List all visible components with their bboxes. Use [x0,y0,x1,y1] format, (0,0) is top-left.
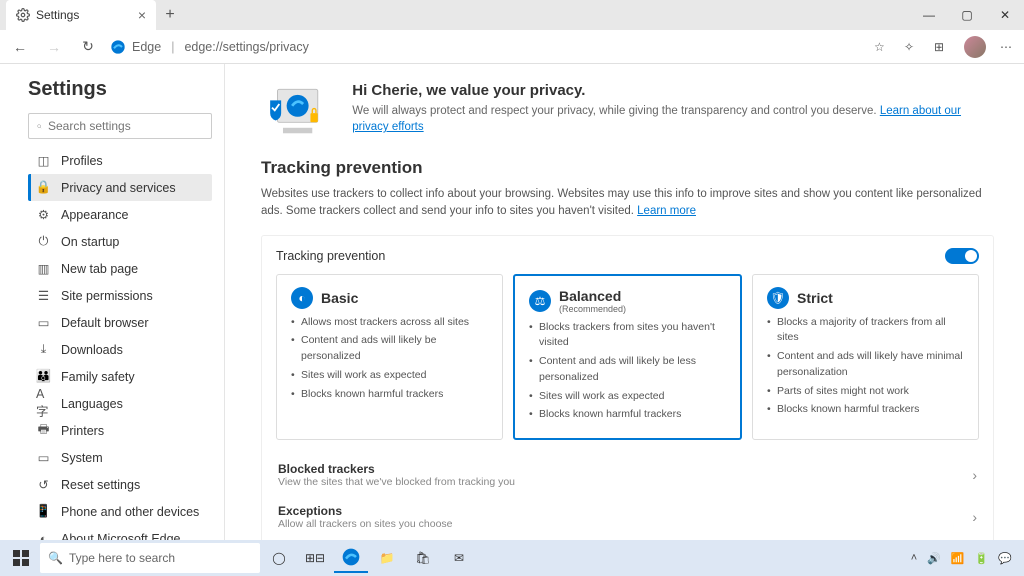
tracking-title: Tracking prevention [261,158,994,178]
taskbar-search[interactable]: 🔍Type here to search [40,543,260,573]
power-icon: ⏻ [36,234,51,249]
gear-icon [16,8,30,22]
browser-icon: ▭ [36,315,51,330]
sidebar-item-startup[interactable]: ⏻On startup [28,228,212,255]
sidebar-item-phone[interactable]: 📱Phone and other devices [28,498,212,525]
family-icon: 👪 [36,369,51,384]
start-button[interactable] [4,543,38,573]
sidebar-item-system[interactable]: ▭System [28,444,212,471]
collections-icon[interactable]: ⊞ [934,40,950,54]
window-minimize-icon[interactable]: — [910,8,948,22]
windows-taskbar: 🔍Type here to search ◯ ⊞⊟ 📁 🛍 ✉ ˄ 🔊 📶 🔋 … [0,540,1024,576]
sidebar-item-languages[interactable]: A字Languages [28,390,212,417]
system-icon: ▭ [36,450,51,465]
hero-body: We will always protect and respect your … [352,103,994,135]
profile-avatar[interactable] [964,36,986,58]
favorites-bar-icon[interactable]: ✧ [904,40,920,54]
tracking-learn-more[interactable]: Learn more [637,205,696,217]
tray-chevron-icon[interactable]: ˄ [911,552,917,564]
phone-icon: 📱 [36,504,51,519]
menu-icon[interactable]: ⋯ [1000,40,1016,54]
search-icon [37,120,42,133]
tracking-toggle[interactable] [945,248,979,264]
window-maximize-icon[interactable]: ▢ [948,8,986,22]
newtab-icon: ▥ [36,261,51,276]
balanced-icon: ⚖ [529,290,551,312]
new-tab-button[interactable]: + [156,6,184,24]
hero-illustration [261,82,334,138]
sidebar-item-about[interactable]: ◐About Microsoft Edge [28,525,212,540]
tray-sound-icon[interactable]: 🔊 [927,552,941,565]
cortana-icon[interactable]: ◯ [262,543,296,573]
edge-icon: ◐ [36,531,51,540]
exceptions-row[interactable]: ExceptionsAllow all trackers on sites yo… [276,496,979,538]
settings-sidebar: Settings ◫Profiles 🔒Privacy and services… [0,64,225,540]
permissions-icon: ☰ [36,288,51,303]
separator: | [171,40,174,54]
sidebar-item-downloads[interactable]: ⤓Downloads [28,336,212,363]
card-basic[interactable]: ◐Basic Allows most trackers across all s… [276,274,503,441]
forward-icon[interactable]: → [42,39,66,55]
tab-close-icon[interactable]: × [138,7,146,23]
blocked-trackers-row[interactable]: Blocked trackersView the sites that we'v… [276,454,979,496]
window-titlebar: Settings × + — ▢ ✕ [0,0,1024,30]
sidebar-item-newtab[interactable]: ▥New tab page [28,255,212,282]
tab-title: Settings [36,8,79,22]
sidebar-item-family[interactable]: 👪Family safety [28,363,212,390]
sidebar-item-default-browser[interactable]: ▭Default browser [28,309,212,336]
settings-content: Hi Cherie, we value your privacy. We wil… [225,64,1024,540]
privacy-hero: Hi Cherie, we value your privacy. We wil… [261,82,994,138]
tray-battery-icon[interactable]: 🔋 [975,552,989,565]
url-text: edge://settings/privacy [184,40,308,54]
sidebar-search[interactable] [28,113,212,139]
browser-toolbar: ← → ↻ Edge | edge://settings/privacy ☆ ✧… [0,30,1024,64]
profile-icon: ◫ [36,153,51,168]
sidebar-item-printers[interactable]: 🖶Printers [28,417,212,444]
lock-icon: 🔒 [36,180,51,195]
card-strict[interactable]: 🛡Strict Blocks a majority of trackers fr… [752,274,979,441]
back-icon[interactable]: ← [8,39,32,55]
taskbar-explorer-icon[interactable]: 📁 [370,543,404,573]
browser-tab[interactable]: Settings × [6,0,156,30]
tracking-cards: ◐Basic Allows most trackers across all s… [276,274,979,441]
sidebar-item-appearance[interactable]: ⚙Appearance [28,201,212,228]
refresh-icon[interactable]: ↻ [76,38,100,55]
address-bar[interactable]: Edge | edge://settings/privacy [110,39,309,55]
appearance-icon: ⚙ [36,207,51,222]
download-icon: ⤓ [36,342,51,357]
tracking-sub: Websites use trackers to collect info ab… [261,186,994,221]
chevron-right-icon: › [972,509,977,525]
system-tray[interactable]: ˄ 🔊 📶 🔋 💬 [911,552,1020,565]
tray-notifications-icon[interactable]: 💬 [998,552,1012,565]
sidebar-title: Settings [28,78,212,101]
search-icon: 🔍 [48,551,63,565]
sidebar-item-privacy[interactable]: 🔒Privacy and services [28,174,212,201]
task-view-icon[interactable]: ⊞⊟ [298,543,332,573]
edge-logo-icon [110,39,126,55]
sidebar-item-reset[interactable]: ↺Reset settings [28,471,212,498]
taskbar-store-icon[interactable]: 🛍 [406,543,440,573]
taskbar-mail-icon[interactable]: ✉ [442,543,476,573]
strict-icon: 🛡 [767,287,789,309]
reset-icon: ↺ [36,477,51,492]
chevron-right-icon: › [972,467,977,483]
sidebar-search-input[interactable] [48,119,203,133]
taskbar-edge-icon[interactable] [334,543,368,573]
window-close-icon[interactable]: ✕ [986,8,1024,22]
sidebar-item-profiles[interactable]: ◫Profiles [28,147,212,174]
tracking-toggle-label: Tracking prevention [276,249,385,263]
tray-wifi-icon[interactable]: 📶 [951,552,965,565]
favorite-icon[interactable]: ☆ [874,40,890,54]
tracking-toggle-row: Tracking prevention [276,248,979,264]
language-icon: A字 [36,396,51,411]
browser-label: Edge [132,40,161,54]
sidebar-item-site-permissions[interactable]: ☰Site permissions [28,282,212,309]
basic-icon: ◐ [291,287,313,309]
hero-title: Hi Cherie, we value your privacy. [352,82,994,99]
printer-icon: 🖶 [36,423,51,438]
card-balanced[interactable]: ⚖Balanced(Recommended) Blocks trackers f… [513,274,742,441]
